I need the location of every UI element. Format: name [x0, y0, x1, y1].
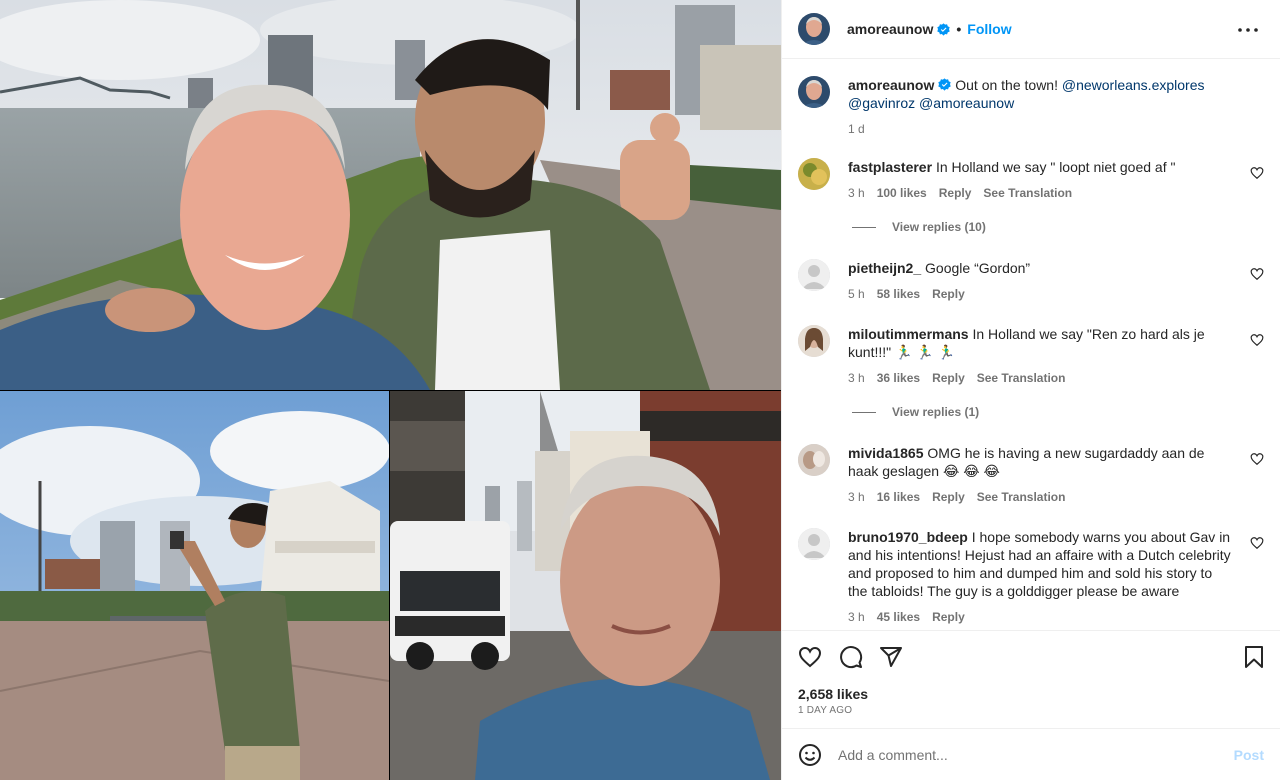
- mention-link[interactable]: @amoreaunow: [919, 95, 1014, 111]
- separator-dot: •: [956, 21, 962, 37]
- heart-icon[interactable]: [1250, 452, 1264, 466]
- bookmark-icon[interactable]: [1242, 645, 1266, 669]
- heart-icon[interactable]: [798, 645, 822, 669]
- avatar[interactable]: [798, 76, 830, 108]
- comment-time: 5 h: [848, 287, 865, 301]
- view-replies-button[interactable]: View replies (10): [852, 220, 986, 234]
- comment-username[interactable]: miloutimmermans: [848, 326, 969, 342]
- view-replies-button[interactable]: View replies (1): [852, 405, 979, 419]
- avatar[interactable]: [798, 13, 830, 45]
- view-replies-label: View replies (1): [892, 405, 980, 419]
- follow-button[interactable]: Follow: [967, 21, 1011, 37]
- emoji-icon[interactable]: [798, 743, 822, 767]
- see-translation-button[interactable]: See Translation: [983, 184, 1072, 202]
- comment-likes[interactable]: 45 likes: [877, 608, 920, 626]
- likes-count[interactable]: 2,658 likes: [798, 686, 868, 702]
- comment-username[interactable]: fastplasterer: [848, 159, 932, 175]
- comment-likes[interactable]: 36 likes: [877, 369, 920, 387]
- comment-time: 3 h: [848, 490, 865, 504]
- share-icon[interactable]: [879, 645, 903, 669]
- comment-item: mivida1865 OMG he is having a new sugard…: [798, 444, 1264, 506]
- caption-username[interactable]: amoreaunow: [848, 77, 934, 93]
- comment-username[interactable]: pietheijn2_: [848, 260, 921, 276]
- comment-item: pietheijn2_ Google “Gordon” 5 h 58 likes…: [798, 259, 1264, 303]
- verified-icon: [938, 78, 952, 91]
- post-date: 1 DAY AGO: [798, 705, 853, 716]
- heart-icon[interactable]: [1250, 333, 1264, 347]
- comment-item: miloutimmermans In Holland we say "Ren z…: [798, 325, 1264, 387]
- reply-button[interactable]: Reply: [932, 285, 965, 303]
- comment-likes[interactable]: 58 likes: [877, 285, 920, 303]
- avatar[interactable]: [798, 528, 830, 560]
- reply-button[interactable]: Reply: [932, 608, 965, 626]
- comment-icon[interactable]: [839, 645, 863, 669]
- comment-username[interactable]: mivida1865: [848, 445, 924, 461]
- comment-time: 3 h: [848, 186, 865, 200]
- mention-link[interactable]: @neworleans.explores: [1062, 77, 1205, 93]
- see-translation-button[interactable]: See Translation: [977, 488, 1066, 506]
- comment-text: Google “Gordon”: [925, 260, 1031, 276]
- avatar[interactable]: [798, 158, 830, 190]
- post-caption: amoreaunow Out on the town! @neworleans.…: [798, 76, 1264, 138]
- comment-username[interactable]: bruno1970_bdeep: [848, 529, 968, 545]
- reply-button[interactable]: Reply: [932, 488, 965, 506]
- post-header: amoreaunow • Follow: [782, 0, 1280, 59]
- heart-icon[interactable]: [1250, 166, 1264, 180]
- post-media-collage[interactable]: [0, 0, 781, 780]
- comment-likes[interactable]: 100 likes: [877, 184, 927, 202]
- comment-time: 3 h: [848, 371, 865, 385]
- see-translation-button[interactable]: See Translation: [977, 369, 1066, 387]
- post-actions: 2,658 likes 1 DAY AGO: [782, 630, 1280, 728]
- comment-time: 3 h: [848, 610, 865, 624]
- caption-timestamp: 1 d: [848, 122, 865, 136]
- photo-man-taking-picture: [0, 391, 389, 780]
- avatar[interactable]: [798, 259, 830, 291]
- comment-item: bruno1970_bdeep I hope somebody warns yo…: [798, 528, 1264, 626]
- mention-link[interactable]: @gavinroz: [848, 95, 915, 111]
- post-comment-button[interactable]: Post: [1234, 747, 1264, 763]
- add-comment-bar: Post: [782, 728, 1280, 780]
- comment-input[interactable]: [838, 746, 1234, 763]
- more-icon[interactable]: [1236, 20, 1260, 40]
- verified-icon: [937, 22, 951, 36]
- reply-button[interactable]: Reply: [932, 369, 965, 387]
- comment-likes[interactable]: 16 likes: [877, 488, 920, 506]
- comments-section[interactable]: amoreaunow Out on the town! @neworleans.…: [782, 60, 1280, 630]
- photo-riverfront-selfie: [0, 0, 781, 390]
- comment-text: In Holland we say " loopt niet goed af ": [935, 159, 1176, 175]
- photo-street-selfie: [390, 391, 781, 780]
- post-details-panel: amoreaunow • Follow amoreaunow Out on th…: [781, 0, 1280, 780]
- avatar[interactable]: [798, 325, 830, 357]
- heart-icon[interactable]: [1250, 536, 1264, 550]
- header-username[interactable]: amoreaunow: [847, 21, 933, 37]
- avatar[interactable]: [798, 444, 830, 476]
- view-replies-label: View replies (10): [892, 220, 986, 234]
- caption-text: Out on the town!: [955, 77, 1058, 93]
- reply-button[interactable]: Reply: [939, 184, 972, 202]
- heart-icon[interactable]: [1250, 267, 1264, 281]
- comment-item: fastplasterer In Holland we say " loopt …: [798, 158, 1264, 202]
